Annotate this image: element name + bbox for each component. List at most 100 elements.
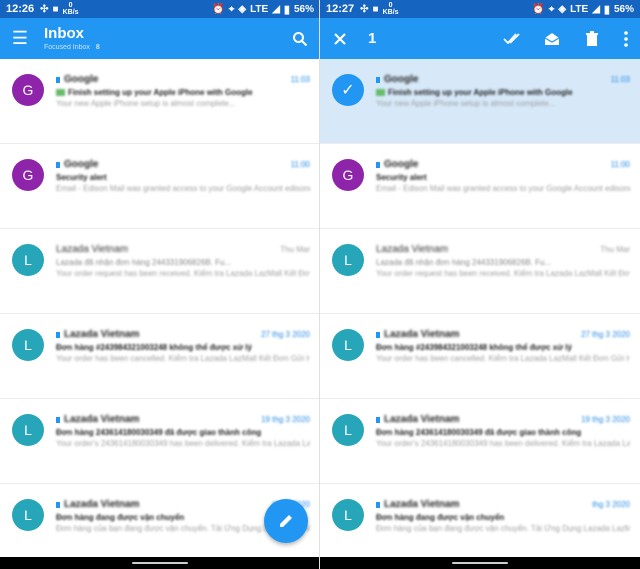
battery-level: 56% xyxy=(293,3,314,15)
email-row[interactable]: L Lazada Vietnam Thu Mar Lazada đã nhận đơn… xyxy=(320,229,640,314)
avatar[interactable]: G xyxy=(332,159,364,191)
email-preview: Your order has been cancelled. Kiểm tra … xyxy=(376,354,630,363)
avatar[interactable]: L xyxy=(12,329,44,361)
network-type: LTE xyxy=(570,3,589,15)
status-time: 12:27 xyxy=(326,3,355,15)
inbox-subtitle[interactable]: Focused Inbox 8 xyxy=(44,43,280,53)
avatar[interactable]: L xyxy=(332,244,364,276)
unread-marker-icon xyxy=(56,501,60,508)
email-header-line: Lazada Vietnam 27 thg 3 2020 xyxy=(376,328,630,341)
menu-icon[interactable]: ☰ xyxy=(0,18,40,59)
location-icon: ⌖ xyxy=(228,3,235,15)
email-row[interactable]: L Lazada Vietnam 19 thg 3 2020 Đơn hàng 243… xyxy=(0,399,320,484)
email-subject: Đơn hàng #243984321003248 không thể được… xyxy=(56,342,310,353)
done-all-icon[interactable] xyxy=(492,18,532,59)
unread-marker-icon xyxy=(56,331,60,338)
unread-marker-icon xyxy=(56,416,60,423)
page-title: Inbox xyxy=(44,24,84,42)
mark-read-icon[interactable] xyxy=(532,18,572,59)
selected-check-icon[interactable]: ✓ xyxy=(332,74,364,106)
pencil-icon xyxy=(280,515,292,527)
email-row[interactable]: G Google 11:00 Security alert Email - Edison… xyxy=(320,144,640,229)
email-row[interactable]: L Lazada Vietnam 27 thg 3 2020 Đơn hàng #24… xyxy=(0,314,320,399)
avatar[interactable]: L xyxy=(12,414,44,446)
email-sender: Google xyxy=(384,159,419,170)
email-content: Lazada Vietnam 27 thg 3 2020 Đơn hàng #243… xyxy=(56,328,310,364)
email-row[interactable]: L Lazada Vietnam Thu Mar Lazada đã nhận đơn… xyxy=(0,229,320,314)
email-sender: Google xyxy=(64,159,99,170)
alarm-icon: ⏰ xyxy=(532,3,545,15)
unread-marker-icon xyxy=(376,501,380,508)
avatar[interactable]: L xyxy=(332,329,364,361)
email-sender: Google xyxy=(64,74,99,85)
email-row[interactable]: G Google 11:00 Security alert Email - Edison… xyxy=(0,144,320,229)
avatar[interactable]: L xyxy=(332,414,364,446)
more-vert-icon[interactable] xyxy=(612,18,640,59)
email-sender: Lazada Vietnam xyxy=(56,244,129,255)
square-icon: ■ xyxy=(372,3,379,15)
email-content: Lazada Vietnam thg 3 2020 Đơn hàng đang đư… xyxy=(376,498,630,534)
email-subject: Đơn hàng #243984321003248 không thể được… xyxy=(376,342,630,353)
email-header-line: Lazada Vietnam Thu Mar xyxy=(376,243,630,256)
avatar[interactable]: L xyxy=(12,499,44,531)
email-subject: Finish setting up your Apple iPhone with… xyxy=(376,87,630,98)
email-preview: Your order request has been received. Ki… xyxy=(56,269,310,278)
compose-button[interactable] xyxy=(264,499,308,543)
trash-icon[interactable] xyxy=(572,18,612,59)
avatar[interactable]: L xyxy=(332,499,364,531)
email-list: ✓ Google 11:03 Finish setting up your Apple… xyxy=(320,59,640,569)
email-sender: Lazada Vietnam xyxy=(64,414,140,425)
home-gesture-pill[interactable] xyxy=(132,562,188,564)
home-gesture-pill[interactable] xyxy=(452,562,508,564)
email-content: Lazada Vietnam 19 thg 3 2020 Đơn hàng 2436… xyxy=(56,413,310,449)
email-list: G Google 11:03 Finish setting up your Apple… xyxy=(0,59,320,569)
search-icon[interactable] xyxy=(280,18,320,59)
email-row[interactable]: L Lazada Vietnam 19 thg 3 2020 Đơn hàng 243… xyxy=(320,399,640,484)
email-subject-text: Đơn hàng đang được vận chuyển xyxy=(56,513,185,522)
email-preview: Your new Apple iPhone setup is almost co… xyxy=(56,99,236,108)
email-subject-text: Đơn hàng #243984321003248 không thể được… xyxy=(376,343,572,352)
email-date: 11:03 xyxy=(610,75,630,84)
email-row[interactable]: L Lazada Vietnam 27 thg 3 2020 Đơn hàng #24… xyxy=(320,314,640,399)
battery-level: 56% xyxy=(613,3,634,15)
close-icon[interactable] xyxy=(320,18,360,59)
location-icon: ⌖ xyxy=(548,3,555,15)
email-subject-text: Lazada đã nhận đơn hàng 244331906826B. F… xyxy=(376,258,552,267)
email-date: 27 thg 3 2020 xyxy=(261,330,310,339)
unread-marker-icon xyxy=(376,416,380,423)
email-subject-text: Finish setting up your Apple iPhone with… xyxy=(388,88,573,97)
network-type: LTE xyxy=(250,3,269,15)
email-row[interactable]: G Google 11:03 Finish setting up your Apple… xyxy=(0,59,320,144)
email-sender: Lazada Vietnam xyxy=(384,499,460,510)
email-date: Thu Mar xyxy=(280,245,310,254)
unread-marker-icon xyxy=(376,161,380,168)
fan-icon: ✣ xyxy=(360,3,369,15)
email-header-line: Lazada Vietnam 19 thg 3 2020 xyxy=(56,413,310,426)
email-preview: Email - Edison Mail was granted access t… xyxy=(376,184,630,193)
email-header-line: Google 11:03 xyxy=(376,73,630,86)
app-bar: ☰ Inbox Focused Inbox 8 xyxy=(0,18,320,59)
vibrate-icon: ◈ xyxy=(238,3,247,15)
email-header-line: Lazada Vietnam Thu Mar xyxy=(56,243,310,256)
status-bar: 12:27 ✣ ■ 0 KB/s ⏰ ⌖ ◈ LTE ◢ ▮ 56% xyxy=(320,0,640,18)
square-icon: ■ xyxy=(52,3,59,15)
avatar[interactable]: G xyxy=(12,74,44,106)
avatar[interactable]: G xyxy=(12,159,44,191)
email-date: 19 thg 3 2020 xyxy=(581,415,630,424)
inbox-screen-right: 12:27 ✣ ■ 0 KB/s ⏰ ⌖ ◈ LTE ◢ ▮ 56% 1 ✓ G… xyxy=(320,0,640,569)
avatar[interactable]: L xyxy=(12,244,44,276)
email-content: Lazada Vietnam Thu Mar Lazada đã nhận đơn … xyxy=(56,243,310,279)
email-header-line: Google 11:00 xyxy=(376,158,630,171)
email-subject-text: Security alert xyxy=(376,173,427,182)
signal-icon: ◢ xyxy=(272,3,280,15)
email-subject-text: Security alert xyxy=(56,173,107,182)
email-preview: Your order request has been received. Ki… xyxy=(376,269,630,278)
email-content: Google 11:00 Security alert Email - Edison … xyxy=(56,158,310,194)
email-row[interactable]: ✓ Google 11:03 Finish setting up your Apple… xyxy=(320,59,640,144)
email-subject-text: Finish setting up your Apple iPhone with… xyxy=(68,88,253,97)
email-header-line: Lazada Vietnam 19 thg 3 2020 xyxy=(376,413,630,426)
email-content: Lazada Vietnam Thu Mar Lazada đã nhận đơn … xyxy=(376,243,630,279)
unread-marker-icon xyxy=(376,331,380,338)
email-sender: Lazada Vietnam xyxy=(64,329,140,340)
email-subject-text: Lazada đã nhận đơn hàng 244331906826B. F… xyxy=(56,258,232,267)
